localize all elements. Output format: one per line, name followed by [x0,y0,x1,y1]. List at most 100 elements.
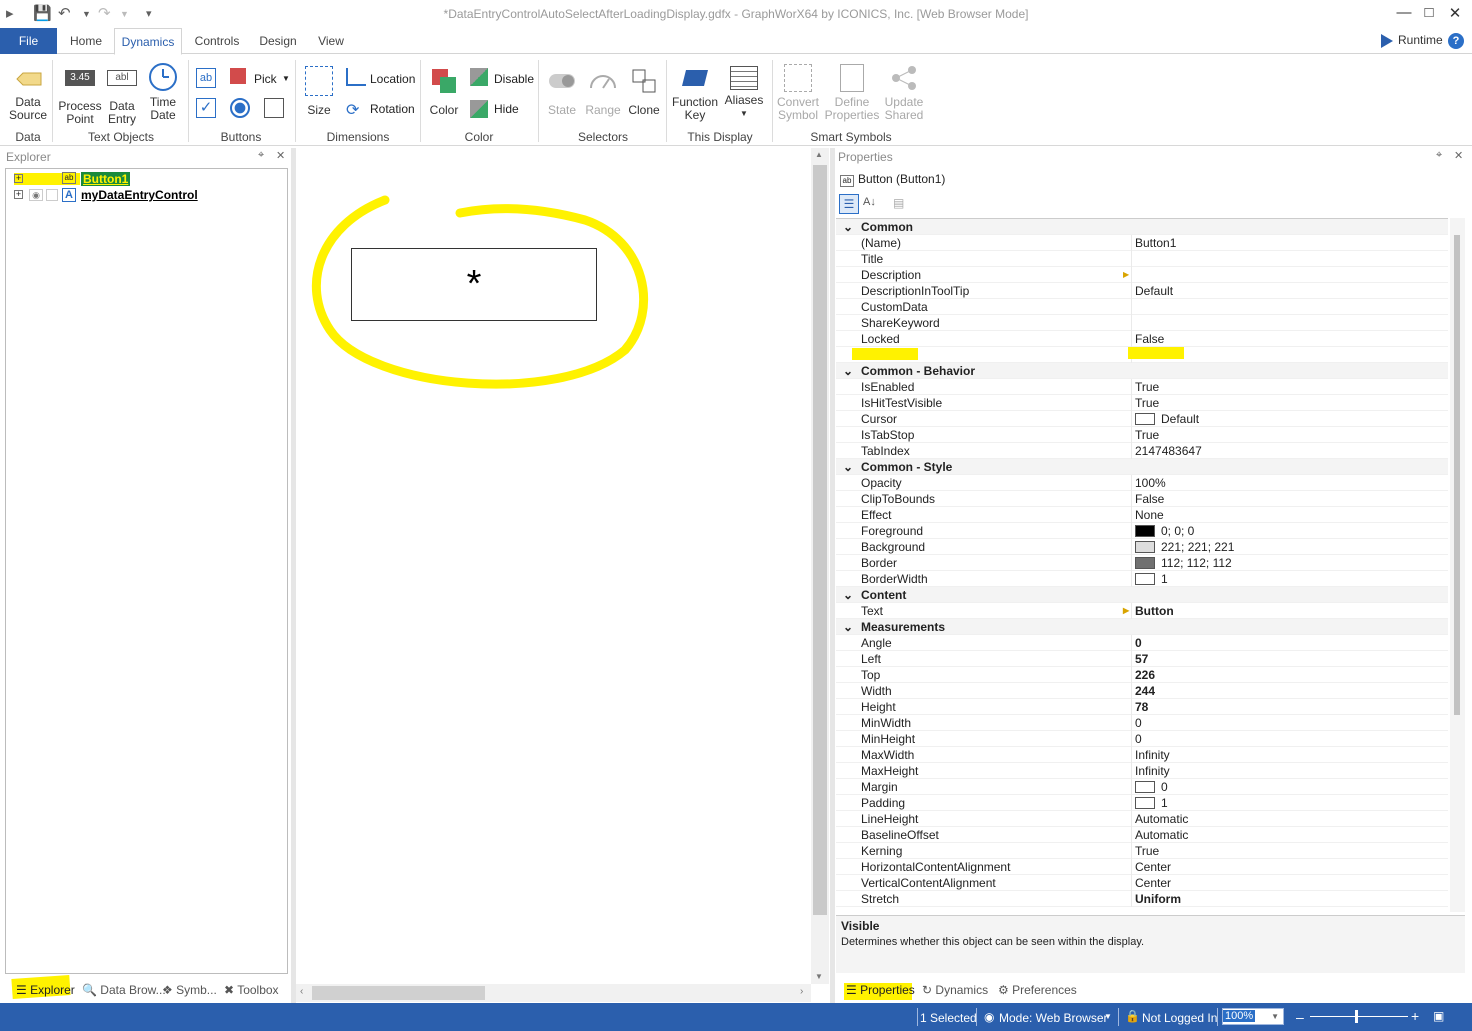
property-row[interactable]: Foreground 0; 0; 0 [836,523,1448,539]
data-browser-tab[interactable]: 🔍 Data Brow... [82,983,166,997]
property-row[interactable]: Width 244 [836,683,1448,699]
property-row[interactable]: TabIndex 2147483647 [836,443,1448,459]
pick-button[interactable]: Pick [254,72,277,86]
convert-symbol-button[interactable]: Convert Symbol [776,64,820,122]
property-row[interactable]: BorderWidth 1 [836,571,1448,587]
scroll-left-icon[interactable]: ‹ [300,986,303,997]
property-row[interactable]: DescriptionInToolTip Default [836,283,1448,299]
property-row[interactable]: Angle 0 [836,635,1448,651]
time-date-button[interactable]: Time Date [144,62,182,122]
expand-icon[interactable]: + [14,174,23,183]
zoom-out-icon[interactable]: – [1296,1009,1304,1025]
canvas-vertical-scroll-thumb[interactable] [813,165,827,915]
expand-icon[interactable]: + [14,190,23,199]
aliases-button[interactable]: Aliases ▼ [722,66,766,120]
property-value[interactable]: 57 [1135,651,1148,667]
collapse-chevron-icon[interactable]: ⌄ [843,219,853,235]
zoom-in-icon[interactable]: + [1411,1008,1419,1024]
property-row[interactable]: ShareKeyword [836,315,1448,331]
property-value[interactable]: 0 [1135,731,1142,747]
property-row[interactable]: Text ▶ Button [836,603,1448,619]
tab-file[interactable]: File [0,28,57,54]
tree-item-button1[interactable]: Button1 [81,172,131,186]
properties-tab[interactable]: ☰ Properties [846,983,915,997]
property-row[interactable]: VerticalContentAlignment Center [836,875,1448,891]
property-row[interactable]: Opacity 100% [836,475,1448,491]
zoom-slider[interactable] [1310,1016,1408,1017]
checkbox-icon[interactable]: ✓ [196,98,216,118]
property-value[interactable]: Infinity [1135,747,1170,763]
collapse-chevron-icon[interactable]: ⌄ [843,459,853,475]
property-value[interactable]: Automatic [1135,811,1188,827]
tab-home[interactable]: Home [62,28,110,55]
function-key-button[interactable]: Function Key [672,66,718,122]
property-row[interactable]: BaselineOffset Automatic [836,827,1448,843]
property-row[interactable]: IsTabStop True [836,427,1448,443]
property-row[interactable]: MinHeight 0 [836,731,1448,747]
property-value[interactable]: None [1135,507,1164,523]
property-value[interactable]: True [1135,843,1159,859]
zoom-slider-thumb[interactable] [1355,1010,1358,1023]
property-value[interactable]: False [1135,491,1164,507]
text-button-icon[interactable]: ab [196,68,216,88]
data-source-button[interactable]: Data Source [8,66,48,122]
property-row[interactable]: MaxHeight Infinity [836,763,1448,779]
state-button[interactable]: State [544,66,580,117]
property-value[interactable]: 112; 112; 112 [1135,555,1232,571]
explorer-tab[interactable]: ☰ Explorer [16,983,75,997]
splitter[interactable] [830,148,835,1004]
property-category[interactable]: ⌄ Content [836,587,1448,603]
scroll-down-icon[interactable]: ▼ [815,972,823,981]
property-value[interactable]: True [1135,427,1159,443]
property-row[interactable]: IsHitTestVisible True [836,395,1448,411]
rotation-icon[interactable]: ⟳ [346,100,359,120]
property-value[interactable]: True [1135,395,1159,411]
property-row[interactable]: Top 226 [836,667,1448,683]
property-row[interactable]: Background 221; 221; 221 [836,539,1448,555]
update-shared-button[interactable]: Update Shared [882,64,926,122]
tree-item-mydataentrycontrol[interactable]: myDataEntryControl [81,188,198,202]
runtime-play-icon[interactable] [1380,33,1394,49]
range-button[interactable]: Range [584,66,622,117]
preferences-tab[interactable]: ⚙ Preferences [998,983,1077,997]
categorized-icon[interactable]: ☰ [839,194,859,214]
disable-icon[interactable] [470,68,488,86]
process-point-button[interactable]: 3.45 Process Point [58,66,102,126]
collapse-chevron-icon[interactable]: ⌄ [843,363,853,379]
mode-dropdown[interactable]: Mode: Web Browser [999,1011,1108,1025]
property-row[interactable]: Kerning True [836,843,1448,859]
tab-view[interactable]: View [308,28,354,55]
property-row[interactable]: Locked False [836,331,1448,347]
property-value[interactable]: 78 [1135,699,1148,715]
rotation-button[interactable]: Rotation [370,102,415,116]
properties-close-icon[interactable]: ✕ [1454,149,1463,162]
property-value[interactable]: Default [1135,411,1199,427]
alphabetical-icon[interactable]: A↓ [863,196,876,208]
property-row[interactable]: Padding 1 [836,795,1448,811]
property-row[interactable]: MaxWidth Infinity [836,747,1448,763]
property-row[interactable]: CustomData [836,299,1448,315]
property-value[interactable]: 221; 221; 221 [1135,539,1234,555]
pick-icon[interactable] [230,68,246,84]
hide-button[interactable]: Hide [494,102,519,116]
property-value[interactable]: 1 [1135,795,1168,811]
scroll-up-icon[interactable]: ▲ [815,150,823,159]
fit-to-window-icon[interactable]: ▣ [1433,1009,1444,1023]
property-row[interactable]: Left 57 [836,651,1448,667]
hide-icon[interactable] [470,100,488,118]
property-row[interactable]: Effect None [836,507,1448,523]
property-category[interactable]: ⌄ Common - Behavior [836,363,1448,379]
disable-button[interactable]: Disable [494,72,534,86]
color-button[interactable]: Color [426,66,462,117]
property-value[interactable]: 2147483647 [1135,443,1202,459]
help-icon[interactable]: ? [1448,33,1464,49]
tab-dynamics[interactable]: Dynamics [114,28,182,55]
property-value[interactable]: Infinity [1135,763,1170,779]
property-row[interactable]: IsEnabled True [836,379,1448,395]
property-row[interactable]: Title [836,251,1448,267]
property-value[interactable]: Center [1135,859,1171,875]
property-row[interactable]: Margin 0 [836,779,1448,795]
mode-chevron-icon[interactable]: ▼ [1104,1012,1112,1021]
property-value[interactable]: 244 [1135,683,1155,699]
property-row[interactable]: LineHeight Automatic [836,811,1448,827]
